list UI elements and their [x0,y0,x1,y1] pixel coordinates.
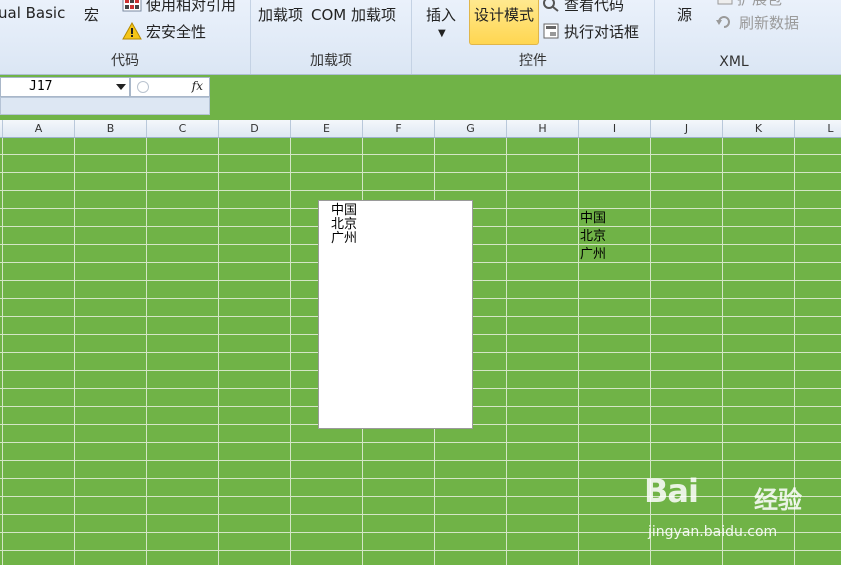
expansion-packs-button[interactable]: 扩展包 [717,0,782,9]
listbox-control[interactable]: 中国 北京 广州 [318,200,473,429]
column-header-b[interactable]: B [75,120,147,137]
formula-input[interactable] [0,97,210,115]
package-icon [717,0,733,9]
macro-security-button[interactable]: 宏安全性 [122,21,206,44]
ribbon: ual Basic 宏 使用相对引用 宏安全性 代码 加载项 COM 加载项 加… [0,0,841,75]
relative-refs-button[interactable]: 使用相对引用 [122,0,236,16]
column-header-h[interactable]: H [507,120,579,137]
column-header-g[interactable]: G [435,120,507,137]
insert-function-button[interactable]: fx [192,79,203,93]
addins-button[interactable]: 加载项 [258,4,303,25]
addins-group: 加载项 COM 加载项 加载项 [251,0,412,74]
cell-value[interactable]: 广州 [580,246,606,264]
column-header-j[interactable]: J [651,120,723,137]
column-header-k[interactable]: K [723,120,795,137]
macros-button[interactable]: 宏 [84,4,99,25]
controls-group-label: 控件 [519,53,547,69]
design-mode-label: 设计模式 [474,6,535,24]
run-dialog-label: 执行对话框 [564,23,640,41]
watermark-brand: Bai [644,472,699,510]
grid-row-line [0,154,841,155]
column-header-f[interactable]: F [363,120,435,137]
view-code-button[interactable]: 查看代码 [542,0,624,16]
listbox-items: 中国 北京 广州 [319,204,357,246]
warning-icon [122,21,142,44]
refresh-icon [715,14,735,34]
listbox-item[interactable]: 北京 [319,218,357,232]
name-box[interactable]: J17 [0,77,130,97]
design-mode-button[interactable]: 设计模式 [469,0,539,45]
column-header-a[interactable]: A [3,120,75,137]
cell-values-column-i: 中国 北京 广州 [580,210,606,264]
column-header-c[interactable]: C [147,120,219,137]
dialog-icon [542,22,560,44]
watermark-suffix: 经验 [754,486,802,514]
column-header-l[interactable]: L [795,120,841,137]
addins-group-label: 加载项 [310,53,352,69]
baidu-watermark: Bai 经验 jingyan.baidu.com [644,472,834,552]
code-group: ual Basic 宏 使用相对引用 宏安全性 代码 [0,0,251,74]
run-dialog-button[interactable]: 执行对话框 [542,21,639,44]
formula-controls: fx [130,77,210,97]
cell-value[interactable]: 北京 [580,228,606,246]
macro-security-label: 宏安全性 [146,23,207,41]
circle-icon [137,81,149,93]
expansion-packs-label: 扩展包 [737,0,782,8]
visual-basic-button[interactable]: ual Basic [0,4,65,22]
grid-icon [122,0,142,16]
formula-bar: J17 fx [0,75,841,119]
grid-row-line [0,442,841,443]
listbox-item[interactable]: 广州 [319,232,357,246]
magnifier-icon [542,0,560,16]
source-button[interactable]: 源 [677,4,692,25]
refresh-data-label: 刷新数据 [739,14,800,32]
xml-group-label: XML [719,54,749,70]
grid-row-line [0,190,841,191]
cell-value[interactable]: 中国 [580,210,606,228]
refresh-data-button[interactable]: 刷新数据 [715,12,799,34]
com-addins-button[interactable]: COM 加载项 [311,4,396,25]
code-group-label: 代码 [111,53,139,69]
listbox-item[interactable]: 中国 [319,204,357,218]
column-header-i[interactable]: I [579,120,651,137]
insert-control-button[interactable]: 插入 [426,4,456,25]
relative-refs-label: 使用相对引用 [146,0,237,14]
view-code-label: 查看代码 [564,0,625,14]
column-headers: ABCDEFGHIJKL [0,120,841,138]
chevron-down-icon[interactable] [116,84,126,90]
grid-row-line [0,172,841,173]
watermark-url: jingyan.baidu.com [648,524,778,540]
grid-row-line [0,460,841,461]
name-box-value: J17 [29,79,53,94]
insert-dropdown-icon[interactable]: ▼ [438,28,446,39]
column-header-e[interactable]: E [291,120,363,137]
column-header-d[interactable]: D [219,120,291,137]
xml-group: 源 扩展包 刷新数据 XML [655,0,841,74]
